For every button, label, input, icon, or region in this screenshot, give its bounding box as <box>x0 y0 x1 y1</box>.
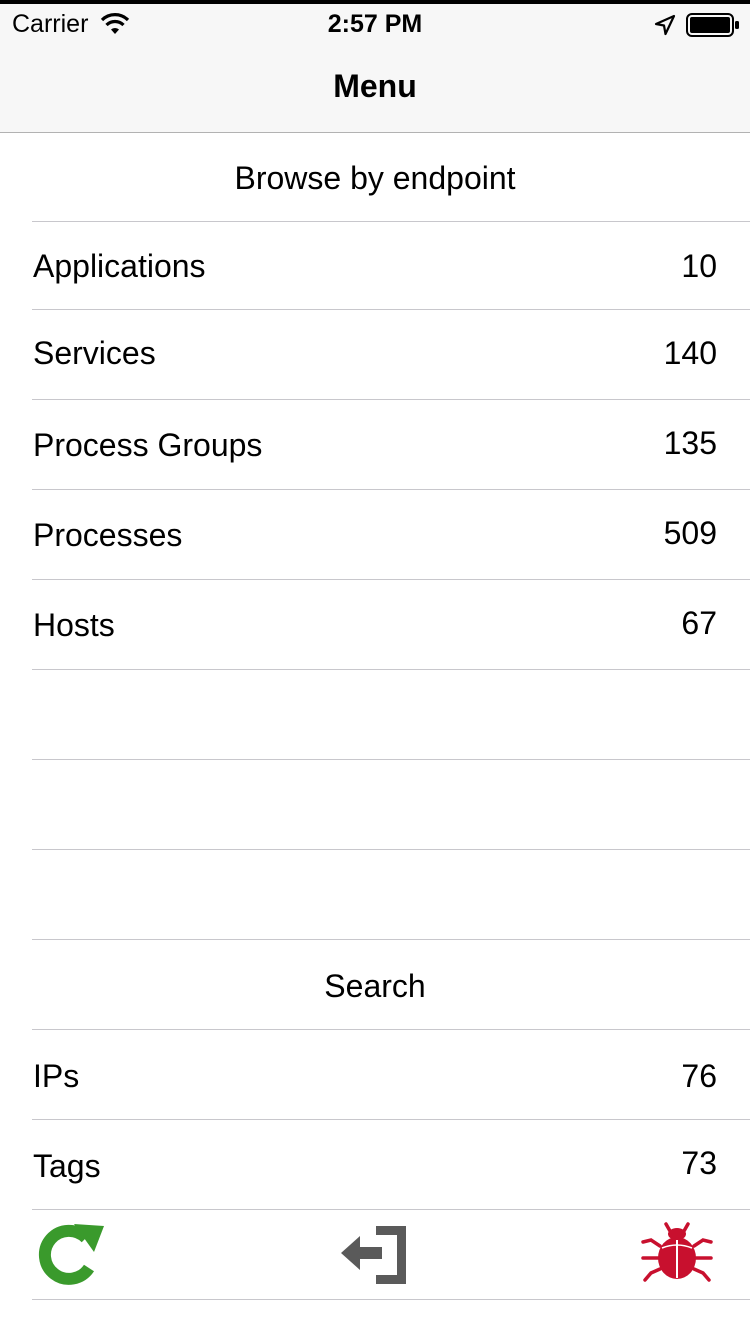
list-item-count: 140 <box>663 335 717 371</box>
list-item-label: Services <box>33 335 156 371</box>
list-item-count: 10 <box>681 248 717 284</box>
list-item-applications[interactable]: Applications 10 <box>0 222 750 310</box>
list-item-count: 509 <box>663 515 717 551</box>
divider <box>32 1299 750 1300</box>
empty-row <box>0 850 750 940</box>
list-item-process-groups[interactable]: Process Groups 135 <box>0 400 750 490</box>
page-title: Menu <box>333 68 417 104</box>
logout-button[interactable] <box>338 1223 412 1287</box>
list-item-label: Process Groups <box>33 427 263 463</box>
list-item-label: IPs <box>33 1058 80 1094</box>
list-item-count: 135 <box>663 425 717 461</box>
toolbar-row <box>0 1210 750 1300</box>
list-item-services[interactable]: Services 140 <box>0 310 750 400</box>
refresh-icon <box>38 1224 104 1285</box>
empty-row <box>0 760 750 850</box>
list-item-ips[interactable]: IPs 76 <box>0 1030 750 1120</box>
status-time: 2:57 PM <box>327 10 423 38</box>
search-section-header: Search <box>0 940 750 1030</box>
list-item-label: Hosts <box>33 607 115 643</box>
location-arrow-icon <box>654 14 676 41</box>
list-item-label: Applications <box>33 248 206 284</box>
bug-report-button[interactable] <box>640 1222 714 1282</box>
list-item-label: Processes <box>33 517 183 553</box>
section-title: Search <box>324 968 426 1004</box>
list-item-count: 76 <box>681 1058 717 1094</box>
section-title: Browse by endpoint <box>234 160 516 196</box>
list-item-count: 67 <box>681 605 717 641</box>
empty-row <box>0 670 750 760</box>
list-item-label: Tags <box>33 1148 101 1184</box>
logout-icon <box>341 1226 406 1284</box>
list-item-processes[interactable]: Processes 509 <box>0 490 750 580</box>
list-item-count: 73 <box>681 1145 717 1181</box>
bug-icon <box>641 1222 713 1282</box>
list-item-hosts[interactable]: Hosts 67 <box>0 580 750 670</box>
navigation-bar: Menu <box>0 44 750 133</box>
status-bar: Carrier 2:57 PM <box>0 4 750 44</box>
battery-icon <box>686 13 740 42</box>
browse-section-header: Browse by endpoint <box>0 133 750 222</box>
refresh-button[interactable] <box>38 1222 108 1288</box>
list-item-tags[interactable]: Tags 73 <box>0 1120 750 1210</box>
